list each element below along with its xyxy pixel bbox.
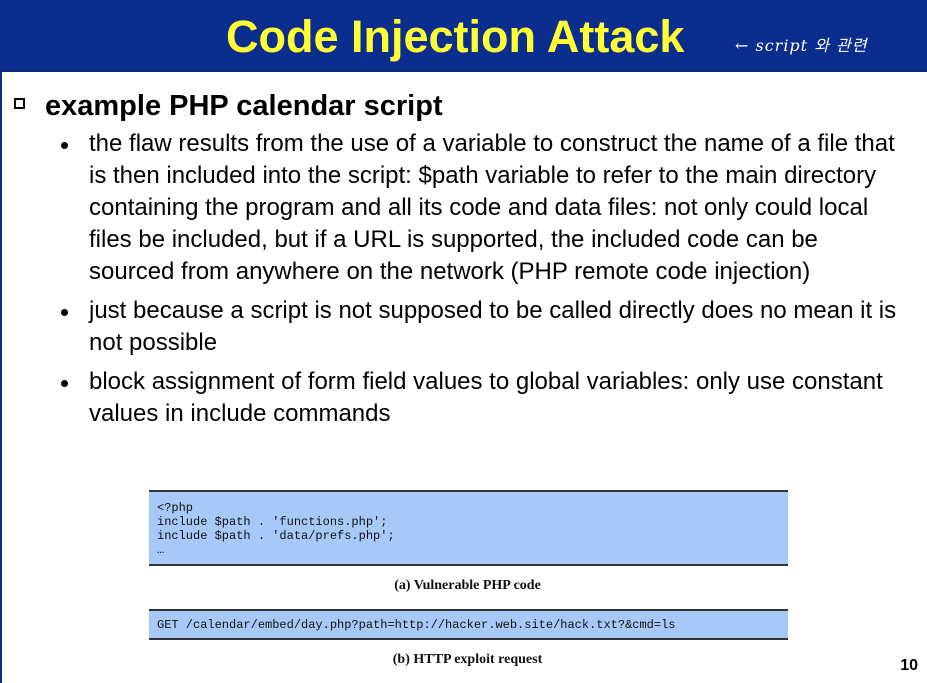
caption-exploit-request: (b) HTTP exploit request xyxy=(392,652,543,667)
bullet-dot-icon xyxy=(61,380,68,387)
slide-title: Code Injection Attack xyxy=(226,11,685,62)
code-line: … xyxy=(157,543,165,557)
request-line: GET /calendar/embed/day.php?path=http://… xyxy=(157,618,676,632)
checkbox-bullet-icon xyxy=(14,98,25,109)
http-request-box: GET /calendar/embed/day.php?path=http://… xyxy=(149,609,788,640)
php-code-box: <?php include $path . 'functions.php'; i… xyxy=(149,490,788,566)
bullet-item: the flaw results from the use of a varia… xyxy=(0,128,901,288)
bullet-text: block assignment of form field values to… xyxy=(89,368,883,427)
code-line: include $path . 'functions.php'; xyxy=(157,515,388,529)
bullet-list: the flaw results from the use of a varia… xyxy=(0,128,927,437)
bullet-text: the flaw results from the use of a varia… xyxy=(89,130,895,285)
page-number: 10 xyxy=(900,657,918,674)
handwritten-annotation: ← script 와 관련 xyxy=(735,36,868,55)
bullet-item: block assignment of form field values to… xyxy=(0,366,901,430)
section-heading: example PHP calendar script xyxy=(14,90,443,123)
caption-vulnerable-code: (a) Vulnerable PHP code xyxy=(394,578,541,593)
code-line: <?php xyxy=(157,501,194,515)
title-bar-rule xyxy=(0,70,927,72)
bullet-text: just because a script is not supposed to… xyxy=(89,297,897,356)
bullet-dot-icon xyxy=(61,142,68,149)
code-line: include $path . 'data/prefs.php'; xyxy=(157,529,395,543)
heading-text: example PHP calendar script xyxy=(45,90,443,122)
bullet-item: just because a script is not supposed to… xyxy=(0,295,901,359)
bullet-dot-icon xyxy=(61,309,68,316)
